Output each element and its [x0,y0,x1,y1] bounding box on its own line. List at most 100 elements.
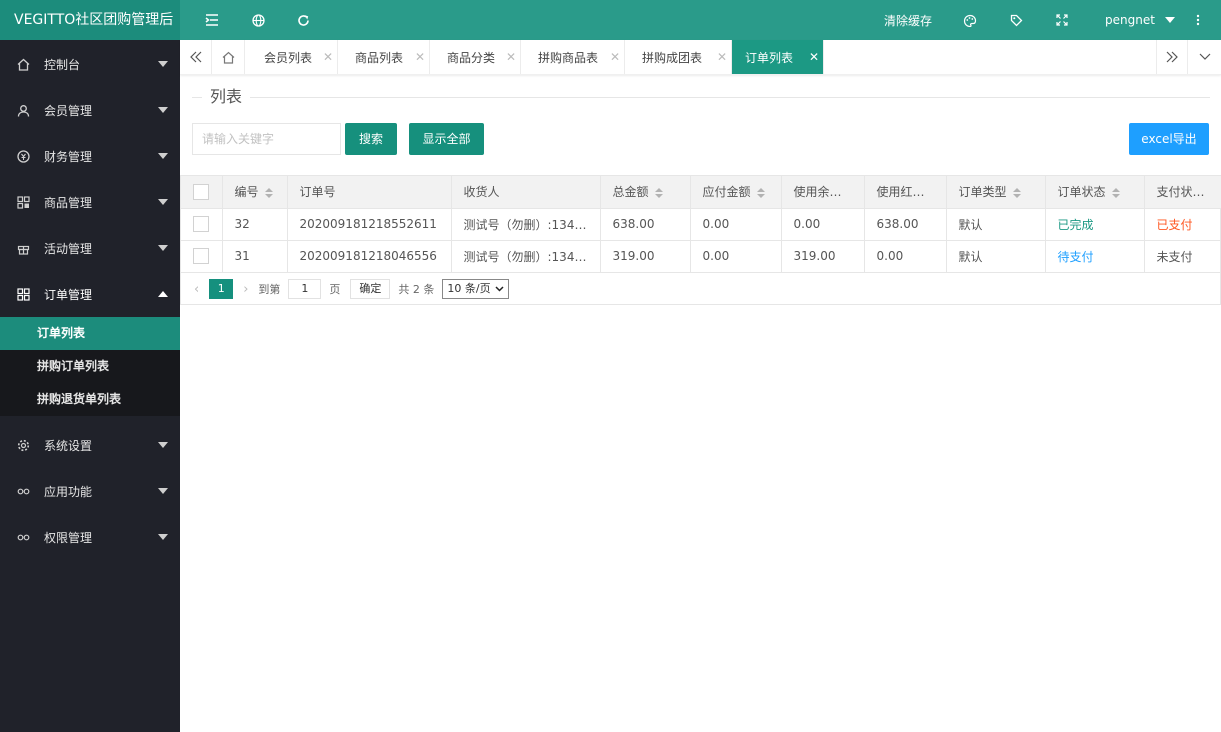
cell-id: 32 [222,208,288,241]
header-order-status[interactable]: 订单状态 [1045,176,1145,209]
sort-icon[interactable] [1111,187,1120,198]
cell-order-type: 默认 [946,208,1046,241]
tab-group-goods[interactable]: 拼购商品表 ✕ [521,40,625,74]
header-payable[interactable]: 应付金额 [690,176,782,209]
cell-order-status: 已完成 [1045,208,1145,241]
export-excel-button[interactable]: excel导出 [1129,123,1209,155]
chevron-down-icon [158,534,168,540]
chevron-up-icon [158,291,168,297]
finance-icon [16,149,30,163]
close-icon[interactable]: ✕ [610,50,620,64]
tab-label: 商品列表 [355,50,404,65]
sidebar: VEGITTO社区团购管理后 控制台 会员管理 财务管理 商品管理 活动管理 订… [0,0,180,732]
theme-icon[interactable] [956,0,984,40]
tab-goods-list[interactable]: 商品列表 ✕ [338,40,430,74]
refresh-icon[interactable] [289,0,317,40]
pagination: ‹ 1 › 到第 1 页 确定 共 2 条 10 条/页 [192,278,509,300]
cell-receiver: 测试号（勿删）:1340... [451,240,601,273]
sidebar-item-members[interactable]: 会员管理 [0,87,180,133]
app-title: VEGITTO社区团购管理后 [0,0,180,40]
cell-balance-used: 319.00 [781,240,865,273]
sidebar-item-orders[interactable]: 订单管理 [0,271,180,317]
sidebar-item-goods[interactable]: 商品管理 [0,179,180,225]
sidebar-item-apps[interactable]: 应用功能 [0,468,180,514]
globe-icon[interactable] [244,0,272,40]
goto-confirm-button[interactable]: 确定 [350,279,391,299]
sidebar-item-activity[interactable]: 活动管理 [0,225,180,271]
sidebar-subitem-order-list[interactable]: 订单列表 [0,317,180,350]
goods-icon [16,195,30,209]
header-order-no: 订单号 [287,176,452,209]
select-all-checkbox[interactable] [181,176,223,209]
chevron-down-icon [158,153,168,159]
tab-goods-category[interactable]: 商品分类 ✕ [430,40,521,74]
cell-order-status: 待支付 [1045,240,1145,273]
tab-label: 拼购商品表 [538,50,599,65]
sidebar-item-dashboard[interactable]: 控制台 [0,41,180,87]
row-checkbox[interactable] [181,240,223,273]
header-balance-used[interactable]: 使用余额... [781,176,865,209]
tab-home[interactable] [213,40,245,74]
table-row[interactable]: 32 202009181218552611 测试号（勿删）:1340... 63… [181,208,1221,241]
cell-coupon-used: 638.00 [864,208,947,241]
header-order-type[interactable]: 订单类型 [946,176,1046,209]
list-legend: 列表 [192,87,1210,107]
close-icon[interactable]: ✕ [506,50,516,64]
tag-icon[interactable] [1002,0,1030,40]
header-coupon-used[interactable]: 使用红包... [864,176,947,209]
sort-icon[interactable] [264,187,273,198]
close-icon[interactable]: ✕ [323,50,333,64]
page-input[interactable]: 1 [288,279,322,299]
fullscreen-icon[interactable] [1048,0,1076,40]
clear-cache-button[interactable]: 清除缓存 [878,0,938,40]
header-total[interactable]: 总金额 [600,176,691,209]
more-vertical-icon[interactable] [1188,0,1208,40]
gift-icon [16,241,30,255]
close-icon[interactable]: ✕ [717,50,727,64]
sidebar-subitem-group-return-list[interactable]: 拼购退货单列表 [0,383,180,416]
sidebar-item-permissions[interactable]: 权限管理 [0,514,180,560]
search-input[interactable] [192,123,341,155]
sidebar-subitem-group-order-list[interactable]: 拼购订单列表 [0,350,180,383]
sidebar-item-settings[interactable]: 系统设置 [0,422,180,468]
next-page-icon[interactable]: › [241,282,250,297]
header-id[interactable]: 编号 [222,176,288,209]
sort-icon[interactable] [1012,187,1021,198]
tab-bar: 会员列表 ✕ 商品列表 ✕ 商品分类 ✕ 拼购商品表 ✕ 拼购成团表 ✕ 订单列表 ✕ [180,40,1221,75]
menu-toggle-icon[interactable] [198,0,226,40]
sidebar-item-finance[interactable]: 财务管理 [0,133,180,179]
prev-page-icon[interactable]: ‹ [192,282,201,297]
page-number-current[interactable]: 1 [209,279,234,299]
page-size-select[interactable]: 10 条/页 [442,279,509,299]
tabs-scroll-left-icon[interactable] [180,40,212,74]
tab-group-success[interactable]: 拼购成团表 ✕ [625,40,732,74]
total-count: 共 2 条 [398,283,435,296]
cell-pay-status: 已支付 [1144,208,1221,241]
search-button[interactable]: 搜索 [345,123,397,155]
chevron-down-icon [158,488,168,494]
chevron-down-icon [1164,17,1175,23]
sidebar-item-label: 系统设置 [44,438,93,453]
cell-order-no: 202009181218046556 [287,240,452,273]
header-pay-status[interactable]: 支付状态... [1144,176,1221,209]
chevron-down-icon [158,245,168,251]
tab-member-list[interactable]: 会员列表 ✕ [246,40,338,74]
user-menu[interactable]: pengnet [1100,0,1180,40]
tab-label: 拼购成团表 [642,50,703,65]
close-icon[interactable]: ✕ [809,50,819,64]
row-checkbox[interactable] [181,208,223,241]
tabs-scroll-right-icon[interactable] [1156,40,1188,74]
sort-icon[interactable] [654,187,663,198]
sidebar-menu: 控制台 会员管理 财务管理 商品管理 活动管理 订单管理 订单列表 拼购订单列表… [0,41,180,560]
chevron-down-icon [158,199,168,205]
cell-payable: 0.00 [690,240,782,273]
sidebar-item-label: 订单管理 [44,287,93,302]
show-all-button[interactable]: 显示全部 [409,123,484,155]
table-row[interactable]: 31 202009181218046556 测试号（勿删）:1340... 31… [181,240,1221,273]
tab-label: 订单列表 [745,50,794,65]
sort-icon[interactable] [756,187,765,198]
tabs-dropdown-icon[interactable] [1189,40,1221,74]
tab-order-list[interactable]: 订单列表 ✕ [732,40,824,74]
close-icon[interactable]: ✕ [415,50,425,64]
link-icon [16,530,30,544]
